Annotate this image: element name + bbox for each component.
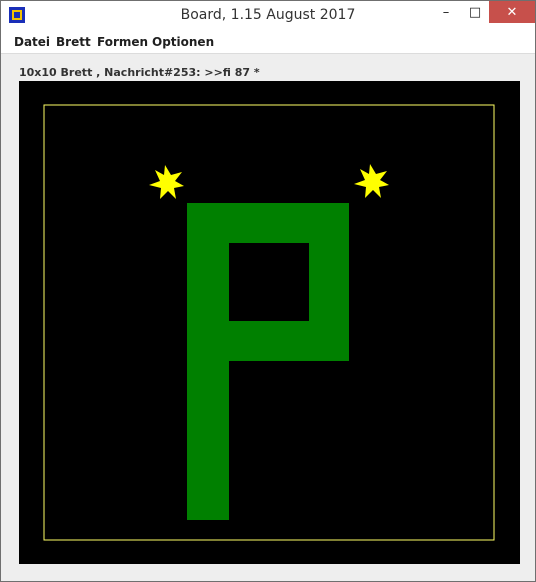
menu-bar: Datei Brett Formen Optionen — [1, 31, 535, 54]
menu-formen[interactable]: Formen — [97, 35, 148, 49]
menu-brett[interactable]: Brett — [56, 35, 91, 49]
menu-optionen[interactable]: Optionen — [152, 35, 214, 49]
menu-datei[interactable]: Datei — [14, 35, 50, 49]
board-canvas[interactable] — [19, 81, 520, 564]
title-bar[interactable]: Board, 1.15 August 2017 – □ ✕ — [1, 1, 535, 31]
app-window: Board, 1.15 August 2017 – □ ✕ Datei Bret… — [0, 0, 536, 582]
minimize-icon[interactable]: – — [431, 1, 461, 23]
maximize-icon[interactable]: □ — [461, 1, 489, 23]
close-icon[interactable]: ✕ — [489, 1, 535, 23]
status-message: 10x10 Brett , Nachricht#253: >>fi 87 * — [19, 66, 260, 79]
